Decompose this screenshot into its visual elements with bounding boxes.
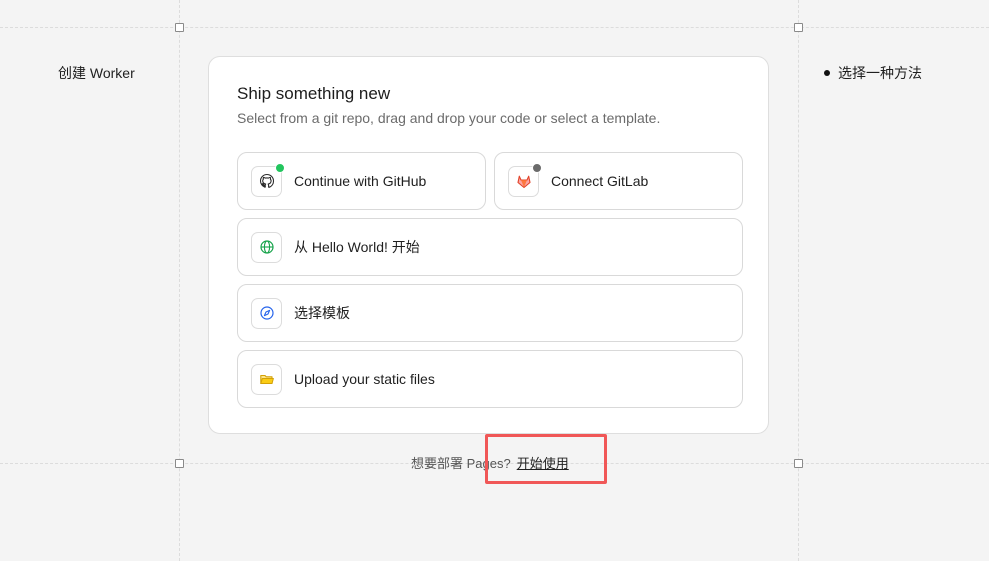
continue-github-button[interactable]: Continue with GitHub <box>237 152 486 210</box>
select-template-button[interactable]: 选择模板 <box>237 284 743 342</box>
step-label: 选择一种方法 <box>838 65 922 81</box>
compass-icon <box>259 306 274 320</box>
upload-static-files-button[interactable]: Upload your static files <box>237 350 743 408</box>
hello-world-button[interactable]: 从 Hello World! 开始 <box>237 218 743 276</box>
globe-icon <box>259 240 274 254</box>
step-indicator: 选择一种方法 <box>824 63 922 83</box>
compass-icon-box <box>251 297 282 329</box>
gitlab-icon-box <box>508 162 542 197</box>
connect-gitlab-button[interactable]: Connect GitLab <box>494 152 743 210</box>
github-label: Continue with GitHub <box>294 173 427 189</box>
guide-line-left <box>179 0 180 561</box>
github-icon <box>259 173 274 188</box>
card-subtitle: Select from a git repo, drag and drop yo… <box>237 110 661 126</box>
resize-handle-top-left[interactable] <box>175 23 184 32</box>
github-icon-box <box>251 162 285 197</box>
gitlab-status-dot <box>532 162 542 173</box>
card-title: Ship something new <box>237 84 391 103</box>
guide-line-top <box>0 27 989 28</box>
step-bullet-icon <box>824 70 830 76</box>
page-title: 创建 Worker <box>58 65 135 81</box>
gitlab-label: Connect GitLab <box>551 173 649 189</box>
guide-line-right <box>798 0 799 561</box>
upload-label: Upload your static files <box>294 371 435 387</box>
gitlab-icon <box>516 175 531 189</box>
resize-handle-top-right[interactable] <box>794 23 803 32</box>
resize-handle-bottom-left[interactable] <box>175 459 184 468</box>
github-status-dot <box>275 162 285 173</box>
ship-card: Ship something new Select from a git rep… <box>208 56 769 434</box>
folder-icon-box <box>251 363 282 395</box>
resize-handle-bottom-right[interactable] <box>794 459 803 468</box>
highlight-annotation <box>485 434 607 484</box>
template-label: 选择模板 <box>294 305 350 321</box>
folder-icon <box>259 374 274 385</box>
globe-icon-box <box>251 231 282 263</box>
hello-world-label: 从 Hello World! 开始 <box>294 239 420 255</box>
